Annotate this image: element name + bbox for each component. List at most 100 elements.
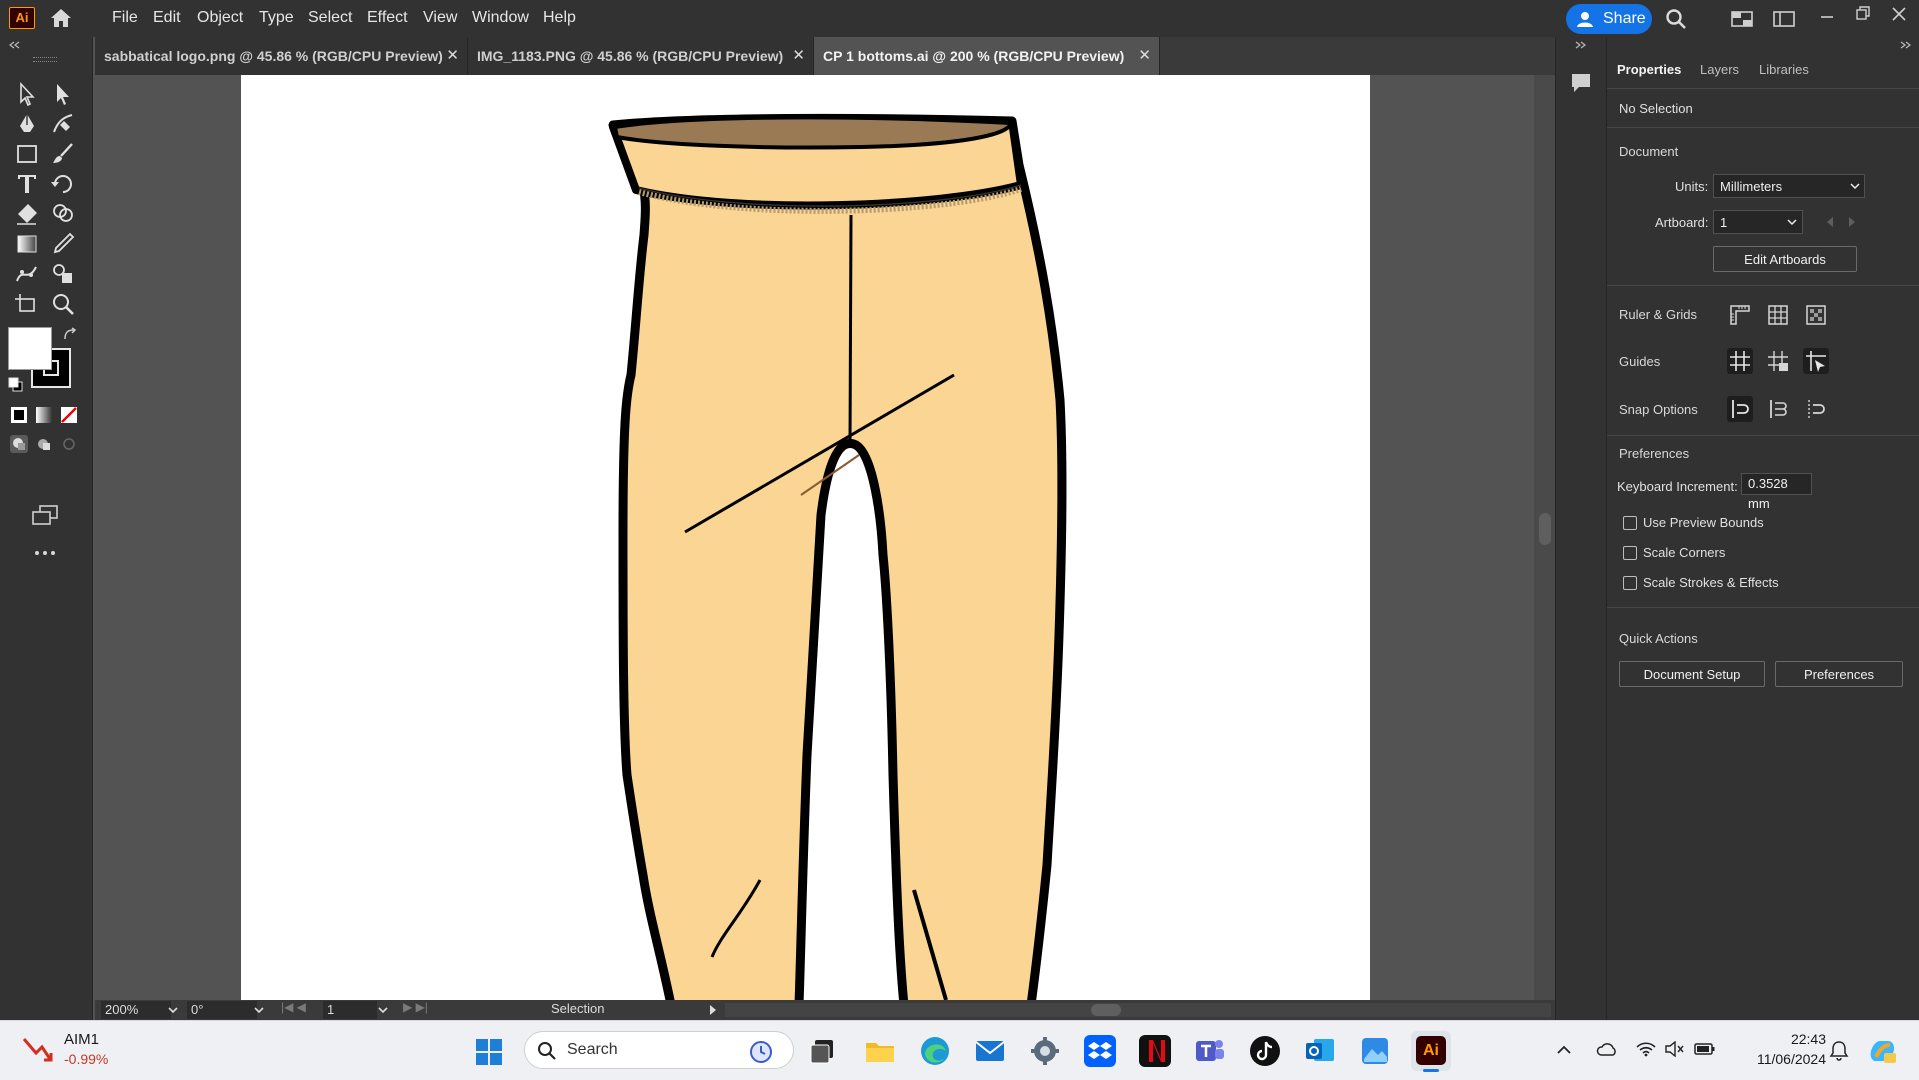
units-select[interactable]: Millimeters (1713, 174, 1865, 198)
chevron-down-icon[interactable] (377, 1005, 389, 1015)
last-artboard-icon[interactable]: ▶ ▶| (403, 1000, 428, 1014)
tab-properties[interactable]: Properties (1617, 53, 1681, 87)
chevron-down-icon[interactable] (167, 1005, 179, 1015)
artboard[interactable] (241, 75, 1370, 1000)
show-guides-icon[interactable] (1727, 348, 1753, 374)
zoom-tool-icon[interactable] (50, 291, 76, 317)
artboard-nav-field[interactable]: 1 (323, 1001, 377, 1019)
restore-icon[interactable] (1854, 4, 1872, 22)
collapse-arrows-icon[interactable] (1900, 41, 1912, 49)
taskbar-search[interactable]: Search (524, 1031, 794, 1069)
selection-tool-icon[interactable] (14, 81, 40, 107)
document-setup-button[interactable]: Document Setup (1619, 661, 1765, 687)
clock-date[interactable]: 11/06/2024 (1726, 1051, 1826, 1067)
home-icon[interactable] (49, 7, 73, 29)
search-icon[interactable] (1665, 8, 1687, 30)
pants-illustration[interactable] (241, 75, 1370, 1000)
windows-start-icon[interactable] (474, 1037, 504, 1067)
menu-type[interactable]: Type (259, 0, 294, 37)
first-artboard-icon[interactable]: |◀ ◀ (281, 1000, 306, 1014)
close-icon[interactable]: ✕ (792, 37, 805, 75)
paintbrush-tool-icon[interactable] (50, 141, 76, 167)
tab-libraries[interactable]: Libraries (1759, 53, 1809, 87)
draw-inside-icon[interactable] (60, 435, 78, 453)
wifi-icon[interactable] (1636, 1041, 1656, 1057)
menu-object[interactable]: Object (197, 0, 243, 37)
chevron-down-icon[interactable] (253, 1005, 265, 1015)
scroll-thumb[interactable] (1091, 1004, 1121, 1016)
tab-sabbatical-logo[interactable]: sabbatical logo.png @ 45.86 % (RGB/CPU P… (95, 37, 468, 75)
arrange-documents-icon[interactable] (1731, 11, 1753, 27)
preferences-button[interactable]: Preferences (1775, 661, 1903, 687)
comments-icon[interactable] (1569, 71, 1593, 95)
menu-file[interactable]: File (112, 0, 138, 37)
horizontal-scrollbar[interactable] (725, 1003, 1551, 1017)
clock-time[interactable]: 22:43 (1742, 1031, 1826, 1047)
teams-icon[interactable] (1194, 1035, 1226, 1067)
tab-cp1-bottoms[interactable]: CP 1 bottoms.ai @ 200 % (RGB/CPU Preview… (814, 37, 1160, 75)
zoom-field[interactable]: 200% (101, 1001, 171, 1019)
menu-window[interactable]: Window (472, 0, 529, 37)
minimize-icon[interactable] (1818, 8, 1836, 26)
outlook-icon[interactable] (1304, 1035, 1336, 1067)
menu-edit[interactable]: Edit (153, 0, 181, 37)
volume-muted-icon[interactable] (1664, 1041, 1684, 1057)
color-mode-icon[interactable] (10, 406, 28, 424)
task-view-icon[interactable] (807, 1035, 839, 1067)
screen-mode-icon[interactable] (31, 504, 59, 526)
gradient-tool-icon[interactable] (14, 231, 40, 257)
scroll-thumb[interactable] (1539, 513, 1551, 545)
collapse-arrows-icon[interactable] (1575, 41, 1587, 49)
close-icon[interactable]: ✕ (446, 37, 459, 75)
artboard-tool-icon[interactable] (14, 291, 40, 317)
draw-behind-icon[interactable] (35, 435, 53, 453)
battery-icon[interactable] (1694, 1041, 1716, 1057)
onedrive-icon[interactable] (1596, 1041, 1618, 1057)
previous-artboard-icon[interactable] (1825, 216, 1835, 228)
menu-select[interactable]: Select (308, 0, 352, 37)
collapse-arrows-icon[interactable] (8, 41, 20, 49)
rotation-field[interactable]: 0° (187, 1001, 257, 1019)
scale-strokes-checkbox[interactable] (1623, 576, 1637, 590)
close-icon[interactable]: ✕ (1138, 37, 1151, 75)
none-mode-icon[interactable] (60, 406, 78, 424)
symbol-sprayer-tool-icon[interactable] (50, 261, 76, 287)
menu-effect[interactable]: Effect (367, 0, 408, 37)
mail-icon[interactable] (974, 1035, 1006, 1067)
share-button[interactable]: Share (1566, 4, 1652, 34)
scale-corners-checkbox[interactable] (1623, 546, 1637, 560)
photos-icon[interactable] (1359, 1035, 1391, 1067)
grid-icon[interactable] (1765, 302, 1791, 328)
canvas-area[interactable] (95, 75, 1555, 1000)
illustrator-taskbar-button[interactable]: Ai (1411, 1031, 1451, 1072)
netflix-icon[interactable] (1139, 1035, 1171, 1067)
gradient-mode-icon[interactable] (35, 406, 53, 424)
draw-normal-icon[interactable] (10, 435, 28, 453)
workspace-icon[interactable] (1773, 11, 1795, 27)
snap-to-point-icon[interactable] (1727, 396, 1753, 422)
stock-name[interactable]: AIM1 (64, 1031, 99, 1048)
dropbox-icon[interactable] (1084, 1035, 1116, 1067)
stock-down-icon[interactable] (22, 1035, 54, 1065)
eraser-tool-icon[interactable] (14, 201, 40, 227)
next-artboard-icon[interactable] (1847, 216, 1857, 228)
illustrator-logo[interactable]: Ai (9, 7, 35, 29)
vertical-scrollbar[interactable] (1534, 75, 1555, 1000)
snap-to-glyph-icon[interactable] (1765, 396, 1791, 422)
menu-help[interactable]: Help (543, 0, 576, 37)
artboard-select[interactable]: 1 (1713, 210, 1803, 234)
swap-fill-stroke-icon[interactable] (62, 327, 78, 343)
edit-artboards-button[interactable]: Edit Artboards (1713, 246, 1857, 272)
curvature-tool-icon[interactable] (50, 111, 76, 137)
chevron-up-icon[interactable] (1556, 1043, 1572, 1057)
direct-selection-tool-icon[interactable] (50, 81, 76, 107)
ruler-icon[interactable] (1727, 302, 1753, 328)
snap-to-pixel-icon[interactable] (1803, 396, 1829, 422)
transparency-grid-icon[interactable] (1803, 302, 1829, 328)
keyboard-increment-input[interactable]: 0.3528 mm (1741, 473, 1812, 511)
more-tools-icon[interactable] (34, 549, 56, 557)
type-tool-icon[interactable] (14, 171, 40, 197)
rotate-tool-icon[interactable] (50, 171, 76, 197)
settings-icon[interactable] (1029, 1035, 1061, 1067)
tiktok-icon[interactable] (1249, 1035, 1281, 1067)
